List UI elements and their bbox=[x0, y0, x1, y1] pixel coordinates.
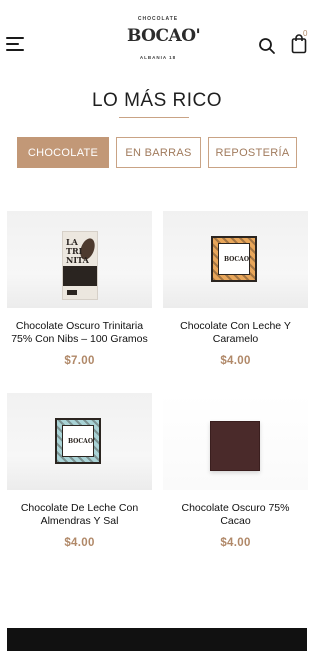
product-name[interactable]: Chocolate De Leche Con Almendras Y Sal bbox=[7, 502, 152, 528]
product-card[interactable]: Chocolate Oscuro 75% Cacao $4.00 bbox=[163, 393, 308, 549]
banner-image bbox=[7, 628, 307, 651]
title-underline bbox=[119, 117, 189, 118]
section-title: LO MÁS RICO bbox=[91, 90, 223, 111]
product-name[interactable]: Chocolate Oscuro 75% Cacao bbox=[163, 502, 308, 528]
package-label: BOCAO' bbox=[68, 438, 95, 445]
product-price: $4.00 bbox=[220, 537, 251, 549]
product-image[interactable]: LA TRI NITA RIA bbox=[7, 211, 152, 308]
logo-top-text: CHOCOLATE bbox=[137, 16, 179, 22]
chocolate-package-image: BOCAO' bbox=[55, 418, 101, 464]
brand-logo[interactable]: CHOCOLATE BOCAO' ALBANIA 18 bbox=[127, 16, 201, 66]
product-card[interactable]: BOCAO' Chocolate Con Leche Y Caramelo $4… bbox=[163, 211, 308, 367]
logo-bottom-text: ALBANIA 18 bbox=[139, 55, 177, 60]
logo-brand-text: BOCAO' bbox=[127, 26, 201, 46]
product-image[interactable] bbox=[163, 393, 308, 490]
chocolate-package-image: LA TRI NITA RIA bbox=[62, 231, 98, 300]
package-label: BOCAO' bbox=[224, 256, 251, 263]
cart-count-badge: 0 bbox=[303, 29, 308, 38]
product-card[interactable]: BOCAO' Chocolate De Leche Con Almendras … bbox=[7, 393, 152, 549]
hamburger-menu-icon[interactable] bbox=[6, 37, 28, 53]
product-image[interactable]: BOCAO' bbox=[163, 211, 308, 308]
product-name[interactable]: Chocolate Con Leche Y Caramelo bbox=[163, 320, 308, 346]
product-card[interactable]: LA TRI NITA RIA Chocolate Oscuro Trinitaria… bbox=[7, 211, 152, 367]
tab-chocolate[interactable]: CHOCOLATE bbox=[17, 137, 109, 168]
product-price: $4.00 bbox=[220, 355, 251, 367]
product-price: $4.00 bbox=[64, 537, 95, 549]
tab-reposteria[interactable]: REPOSTERÍA bbox=[208, 137, 297, 168]
package-label: LA TRI NITA RIA bbox=[66, 237, 89, 274]
chocolate-package-image: BOCAO' bbox=[211, 236, 257, 282]
product-price: $7.00 bbox=[64, 355, 95, 367]
product-name[interactable]: Chocolate Oscuro Trinitaria 75% Con Nibs… bbox=[7, 320, 152, 346]
site-header: CHOCOLATE BOCAO' ALBANIA 18 0 bbox=[0, 0, 314, 80]
chocolate-bar-image bbox=[210, 421, 260, 471]
tab-en-barras[interactable]: EN BARRAS bbox=[116, 137, 201, 168]
product-image[interactable]: BOCAO' bbox=[7, 393, 152, 490]
search-icon[interactable] bbox=[258, 37, 276, 55]
